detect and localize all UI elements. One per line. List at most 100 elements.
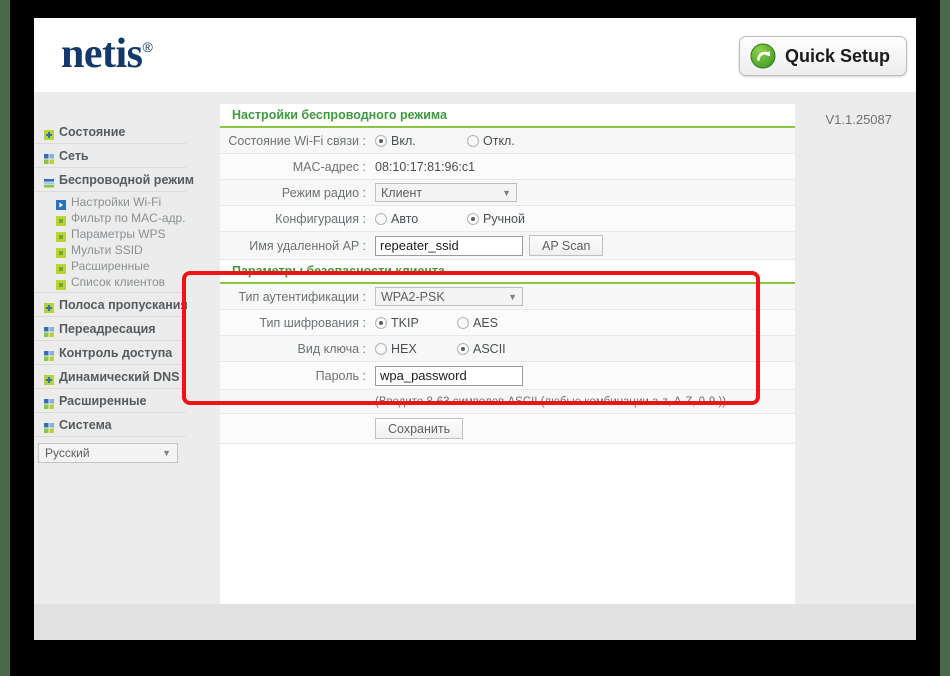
green-blue-grid-icon <box>44 396 54 409</box>
configuration-label: Конфигурация : <box>275 211 366 226</box>
remote-ap-input[interactable]: repeater_ssid <box>375 235 523 256</box>
sidebar-item-label: Расширенные <box>59 393 147 408</box>
sidebar-subitem-wifi-settings[interactable]: Настройки Wi-Fi <box>34 194 186 210</box>
radio-mode-value: Клиент <box>381 185 423 200</box>
row-save: Сохранить <box>220 414 795 444</box>
settings-panel: Настройки беспроводного режима Состояние… <box>220 104 795 604</box>
sidebar-item-network[interactable]: Сеть <box>34 144 186 168</box>
logo-text: netis <box>61 31 143 77</box>
sidebar-item-label: Полоса пропускания <box>59 297 188 312</box>
encryption-option-aes[interactable]: AES <box>457 316 498 330</box>
encryption-option-tkip[interactable]: TKIP <box>375 316 457 330</box>
green-blue-grid-icon <box>44 348 54 361</box>
chevron-down-icon: ▼ <box>502 187 511 198</box>
quick-setup-button[interactable]: Quick Setup <box>738 36 907 76</box>
sidebar-item-wireless[interactable]: Беспроводной режим <box>34 168 194 192</box>
main-content: V1.1.25087 Настройки беспроводного режим… <box>186 92 916 640</box>
key-format-option-hex[interactable]: HEX <box>375 342 457 356</box>
radio-icon <box>375 316 387 329</box>
wireless-section-title: Настройки беспроводного режима <box>220 104 795 128</box>
green-square-icon <box>56 245 66 258</box>
save-button[interactable]: Сохранить <box>375 418 464 439</box>
radio-label: Вкл. <box>391 133 416 148</box>
screenshot-root: netis® Quick Setup Состояние Сеть Беспро… <box>0 0 950 676</box>
sidebar-item-ddns[interactable]: Динамический DNS <box>34 365 186 389</box>
sidebar-subitem-label: Параметры WPS <box>71 227 166 241</box>
configuration-radio-group: Авто Ручной <box>375 212 525 226</box>
page-body: Состояние Сеть Беспроводной режим Настро… <box>34 92 916 640</box>
radio-icon <box>457 342 469 355</box>
netis-logo: netis® <box>61 30 153 78</box>
green-square-icon <box>56 213 66 226</box>
radio-label: Откл. <box>483 133 515 148</box>
sidebar-item-label: Состояние <box>59 124 126 139</box>
mac-address-value: 08:10:17:81:96:c1 <box>375 159 476 174</box>
firmware-version: V1.1.25087 <box>825 112 892 127</box>
radio-icon <box>375 134 387 147</box>
radio-label: TKIP <box>391 315 419 330</box>
sidebar-item-label: Переадресация <box>59 321 156 336</box>
sidebar-item-bandwidth[interactable]: Полоса пропускания <box>34 293 188 317</box>
sidebar-item-status[interactable]: Состояние <box>34 120 186 144</box>
key-format-label: Вид ключа : <box>297 341 367 356</box>
sidebar-item-access-control[interactable]: Контроль доступа <box>34 341 186 365</box>
radio-mode-label: Режим радио : <box>281 185 366 200</box>
wifi-state-option-on[interactable]: Вкл. <box>375 134 467 148</box>
chevron-down-icon: ▼ <box>508 291 517 302</box>
outer-edge-left <box>0 0 10 676</box>
green-blue-grid-icon <box>44 420 54 433</box>
ap-scan-button[interactable]: AP Scan <box>529 235 604 256</box>
sidebar-subitem-wps[interactable]: Параметры WPS <box>34 226 186 242</box>
sidebar-submenu-wireless: Настройки Wi-Fi Фильтр по MAC-адр. Парам… <box>34 192 186 293</box>
password-label: Пароль : <box>315 368 366 383</box>
refresh-arrow-icon <box>750 43 776 69</box>
key-format-option-ascii[interactable]: ASCII <box>457 342 506 356</box>
sidebar-subitem-advanced[interactable]: Расширенные <box>34 258 186 274</box>
configuration-option-auto[interactable]: Авто <box>375 212 467 226</box>
radio-label: ASCII <box>473 341 506 356</box>
row-wifi-state: Состояние Wi-Fi связи : Вкл. Откл. <box>220 128 795 154</box>
sidebar-item-advanced[interactable]: Расширенные <box>34 389 186 413</box>
row-radio-mode: Режим радио : Клиент ▼ <box>220 180 795 206</box>
sidebar-subitem-label: Расширенные <box>71 259 150 273</box>
sidebar-subitem-multi-ssid[interactable]: Мульти SSID <box>34 242 186 258</box>
sidebar-item-forwarding[interactable]: Переадресация <box>34 317 186 341</box>
wifi-state-label: Состояние Wi-Fi связи : <box>228 133 366 148</box>
wifi-state-radio-group: Вкл. Откл. <box>375 134 515 148</box>
radio-label: Ручной <box>483 211 525 226</box>
outer-edge-right <box>940 0 950 676</box>
sidebar-item-label: Сеть <box>59 148 89 163</box>
sidebar-subitem-client-list[interactable]: Список клиентов <box>34 274 186 290</box>
wifi-state-option-off[interactable]: Откл. <box>467 134 515 148</box>
sidebar-item-label: Система <box>59 417 112 432</box>
footer-strip <box>34 604 916 640</box>
green-blue-grid-icon <box>44 324 54 337</box>
sidebar-subitem-label: Мульти SSID <box>71 243 143 257</box>
radio-icon <box>457 316 469 329</box>
logo-registered-mark: ® <box>142 39 153 55</box>
password-input[interactable]: wpa_password <box>375 365 523 386</box>
row-encryption-type: Тип шифрования : TKIP AES <box>220 310 795 336</box>
sidebar-subitem-mac-filter[interactable]: Фильтр по MAC-адр. <box>34 210 186 226</box>
auth-type-value: WPA2-PSK <box>381 289 445 304</box>
password-hint: (Введите 8-63 символов ASCII (любые комб… <box>375 395 727 408</box>
radio-icon <box>467 134 479 147</box>
quick-setup-label: Quick Setup <box>784 45 890 66</box>
row-configuration: Конфигурация : Авто Ручной <box>220 206 795 232</box>
radio-icon <box>375 212 387 225</box>
save-button-label: Сохранить <box>388 421 451 436</box>
ap-scan-label: AP Scan <box>542 238 591 253</box>
blue-arrow-icon <box>56 197 66 210</box>
sidebar-item-system[interactable]: Система <box>34 413 186 437</box>
auth-type-select[interactable]: WPA2-PSK ▼ <box>375 287 523 306</box>
row-mac-address: MAC-адрес : 08:10:17:81:96:c1 <box>220 154 795 180</box>
language-select[interactable]: Русский ▼ <box>38 443 178 463</box>
encryption-type-radio-group: TKIP AES <box>375 316 498 330</box>
remote-ap-label: Имя удаленной AP : <box>249 238 366 253</box>
configuration-option-manual[interactable]: Ручной <box>467 212 525 226</box>
remote-ap-value: repeater_ssid <box>380 238 459 253</box>
radio-mode-select[interactable]: Клиент ▼ <box>375 183 517 202</box>
green-square-icon <box>56 261 66 274</box>
radio-label: HEX <box>391 341 417 356</box>
row-remote-ap: Имя удаленной AP : repeater_ssid AP Scan <box>220 232 795 260</box>
